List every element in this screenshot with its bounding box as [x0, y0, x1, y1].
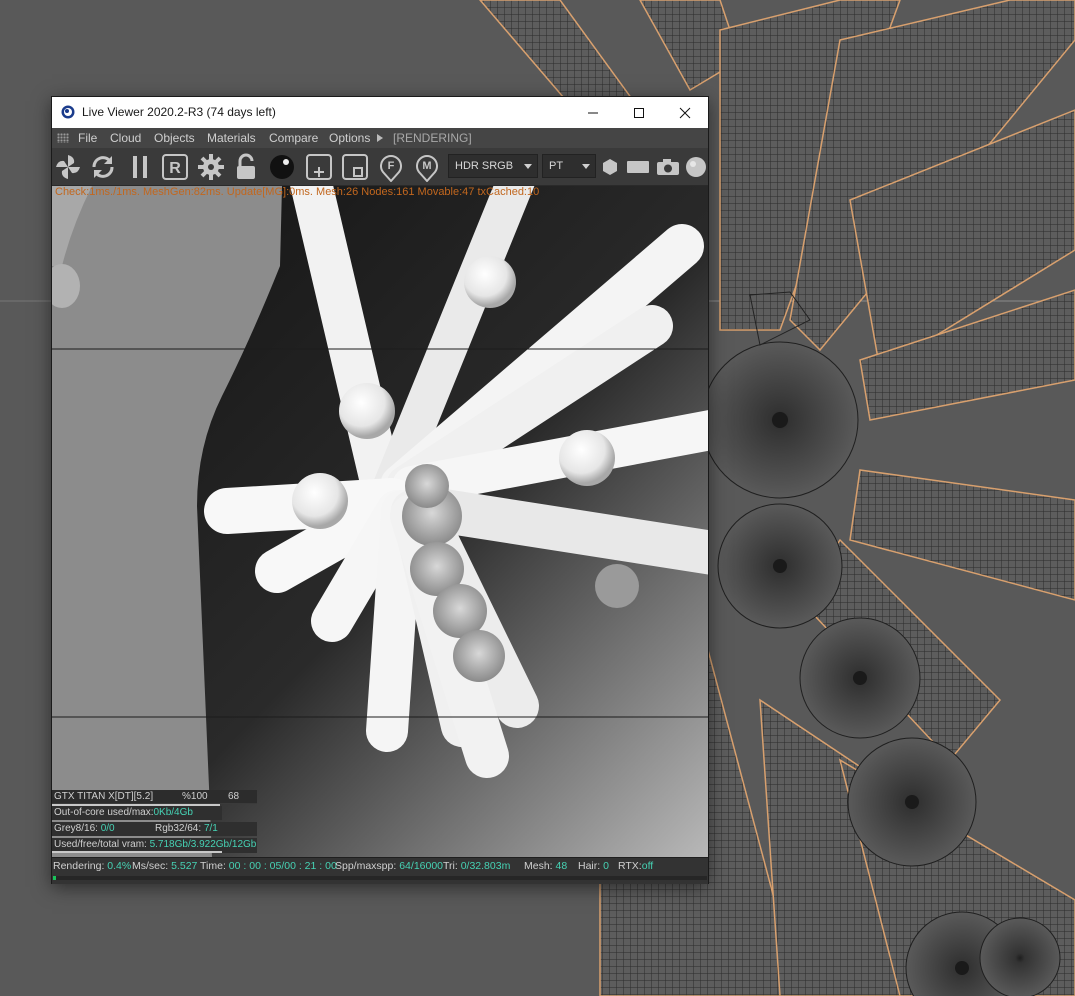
out-of-core-label: Out-of-core used/max: [54, 807, 154, 818]
frame-icon[interactable] [340, 152, 370, 182]
gpu-info-row: GTX TITAN X[DT][5.2] %100 68 [52, 790, 257, 806]
vram-label: Used/free/total vram: [54, 839, 147, 850]
out-of-core-row: Out-of-core used/max:0Kb/4Gb [52, 806, 222, 820]
render-stats-line: Check:1ms./1ms. MeshGen:82ms. Update[MG]… [55, 186, 540, 198]
menu-grip-icon[interactable] [57, 133, 69, 143]
rendered-image[interactable] [52, 186, 708, 857]
menu-options[interactable]: Options [329, 131, 370, 145]
menu-file[interactable]: File [78, 131, 97, 145]
texture-count-row: Grey8/16: 0/0 Rgb32/64: 7/1 [52, 822, 257, 836]
lock-icon[interactable] [231, 152, 261, 182]
menu-bar: File Cloud Objects Materials Compare Opt… [52, 128, 708, 148]
cinema4d-app-icon [61, 105, 75, 119]
render-status-label: [RENDERING] [393, 131, 472, 145]
kernel-select[interactable]: PT [542, 154, 596, 178]
menu-materials[interactable]: Materials [207, 131, 256, 145]
tri-value: 0/32.803m [460, 860, 511, 872]
mesh-value: 48 [555, 860, 568, 872]
chevron-down-icon [582, 164, 590, 169]
sphere-icon[interactable] [683, 152, 708, 182]
chevron-down-icon [524, 164, 532, 169]
hair-label: Hair: [578, 860, 601, 872]
tri-label: Tri: [443, 860, 458, 872]
kernel-select-value: PT [549, 160, 564, 172]
camera-icon[interactable] [654, 152, 682, 182]
colorspace-select[interactable]: HDR SRGB [448, 154, 538, 178]
mesh-label: Mesh: [524, 860, 553, 872]
colorspace-select-value: HDR SRGB [455, 160, 514, 172]
svg-text:R: R [169, 160, 181, 177]
submenu-arrow-icon [377, 134, 383, 142]
vram-value: 5.718Gb/3.922Gb/12Gb [149, 839, 257, 850]
status-bar: Rendering: 0.4% Ms/sec: 5.527 Time: 00 :… [52, 857, 708, 884]
close-button[interactable] [662, 97, 708, 128]
settings-gear-icon[interactable] [196, 152, 226, 182]
spp-value: 64/16000 [399, 860, 444, 872]
svg-text:M: M [422, 160, 431, 172]
menu-objects[interactable]: Objects [154, 131, 195, 145]
grey-value: 0/0 [100, 823, 115, 834]
render-progress-bar [53, 876, 707, 880]
render-viewport[interactable]: Check:1ms./1ms. MeshGen:82ms. Update[MG]… [52, 186, 708, 857]
vram-bar [52, 851, 222, 853]
spp-label: Spp/maxspp: [335, 860, 397, 872]
rectangle-icon[interactable] [624, 152, 652, 182]
rtx-value: off [641, 860, 654, 872]
gpu-name: GTX TITAN X[DT][5.2] [54, 791, 154, 802]
material-ball-icon[interactable] [267, 152, 297, 182]
rendering-value: 0.4% [107, 860, 132, 872]
time-label: Time: [200, 860, 226, 872]
hair-value: 0 [603, 860, 609, 872]
gpu-usage: %100 [182, 791, 208, 802]
menu-compare[interactable]: Compare [269, 131, 318, 145]
grey-label: Grey8/16: [54, 823, 98, 834]
rgb-value: 7/1 [203, 823, 218, 834]
refresh-icon[interactable] [88, 152, 118, 182]
maximize-button[interactable] [616, 97, 662, 128]
render-progress-fill [53, 876, 56, 880]
toolbar: R F M HDR SRGB PT [52, 148, 708, 186]
rgb-label: Rgb32/64: [155, 823, 202, 834]
m-pin-icon[interactable]: M [412, 152, 442, 182]
svg-text:F: F [388, 160, 395, 172]
pause-icon[interactable] [125, 152, 155, 182]
maximize-icon [634, 107, 644, 118]
window-title: Live Viewer 2020.2-R3 (74 days left) [82, 105, 276, 119]
rtx-label: RTX: [618, 860, 642, 872]
rendering-label: Rendering: [53, 860, 105, 872]
vram-row: Used/free/total vram: 5.718Gb/3.922Gb/12… [52, 838, 257, 853]
minimize-icon [588, 112, 598, 113]
f-pin-icon[interactable]: F [376, 152, 406, 182]
out-of-core-value: 0Kb/4Gb [153, 807, 193, 818]
menu-cloud[interactable]: Cloud [110, 131, 141, 145]
ms-value: 5.527 [171, 860, 198, 872]
time-value: 00 : 00 : 05/00 : 21 : 00 [228, 860, 337, 872]
live-viewer-window: Live Viewer 2020.2-R3 (74 days left) Fil… [52, 97, 708, 884]
title-bar[interactable]: Live Viewer 2020.2-R3 (74 days left) [52, 97, 708, 128]
gpu-temp: 68 [228, 791, 240, 802]
octane-logo-icon[interactable] [53, 152, 83, 182]
minimize-button[interactable] [570, 97, 616, 128]
ms-label: Ms/sec: [132, 860, 169, 872]
add-icon[interactable] [304, 152, 334, 182]
close-icon [679, 107, 691, 118]
region-r-icon[interactable]: R [160, 152, 190, 182]
hexagon-icon[interactable] [598, 152, 622, 182]
